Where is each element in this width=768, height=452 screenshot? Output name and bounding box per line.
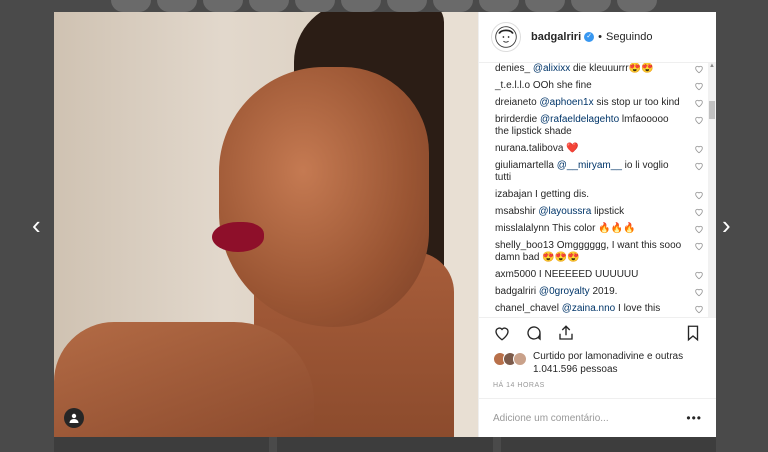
comment-body: ❤️ — [566, 143, 579, 154]
separator-dot: • — [598, 31, 602, 43]
comment-like-icon[interactable] — [694, 207, 704, 217]
post-header: badgalriri ✓ • Seguindo — [479, 12, 716, 63]
comment-text: axm5000 I NEEEEED UUUUUU — [495, 269, 694, 281]
heart-icon[interactable] — [493, 324, 511, 342]
comment-text: nurana.talibova ❤️ — [495, 143, 694, 155]
comment-mention[interactable]: @layoussra — [538, 206, 591, 217]
comment-body: OOh she fine — [532, 80, 592, 91]
comment-text: chanel_chavel @zaina.nno I love this — [495, 303, 694, 315]
comment-mention[interactable]: @alixixx — [533, 63, 570, 74]
comment-mention[interactable]: @rafaeldelagehto — [540, 114, 619, 125]
share-icon[interactable] — [557, 324, 575, 342]
comment-body: I NEEEEED UUUUUU — [538, 269, 639, 280]
comment-text: dreianeto @aphoen1x sis stop ur too kind — [495, 97, 694, 109]
comment-like-icon[interactable] — [694, 81, 704, 91]
comment-username[interactable]: dreianeto — [495, 97, 537, 108]
comment-item: izabajan I getting dis. — [495, 189, 704, 201]
comment-username[interactable]: misslalalynn — [495, 223, 549, 234]
comment-item: brirderdie @rafaeldelagehto lmfaooooo th… — [495, 114, 704, 138]
comment-username[interactable]: chanel_chavel — [495, 303, 559, 314]
comment-item: axm5000 I NEEEEED UUUUUU — [495, 269, 704, 281]
comment-item: _t.e.l.l.o OOh she fine — [495, 80, 704, 92]
comment-item: chanel_chavel @zaina.nno I love this — [495, 303, 704, 315]
comment-username[interactable]: shelly_boo13 — [495, 240, 554, 251]
post-timestamp: HÁ 14 HORAS — [493, 382, 545, 389]
comment-mention[interactable]: @0groyalty — [539, 286, 590, 297]
more-options-button[interactable]: ••• — [686, 411, 702, 425]
comments-list[interactable]: denies_ @alixixx die kleuuurrr😍😍 _t.e.l.l… — [479, 63, 716, 317]
comment-like-icon[interactable] — [694, 304, 704, 314]
comment-text: giuliamartella @__miryam__ io li voglio … — [495, 160, 694, 184]
comment-text: msabshir @layoussra lipstick — [495, 206, 694, 218]
comment-item: shelly_boo13 Omgggggg, I want this sooo … — [495, 240, 704, 264]
comment-item: misslalalynn This color 🔥🔥🔥 — [495, 223, 704, 235]
comment-icon[interactable] — [525, 324, 543, 342]
comment-text: brirderdie @rafaeldelagehto lmfaooooo th… — [495, 114, 694, 138]
likes-text: Curtido por lamonadivine e outras 1.041.… — [533, 351, 684, 375]
avatar[interactable] — [491, 22, 521, 52]
comment-like-icon[interactable] — [694, 287, 704, 297]
comment-username[interactable]: brirderdie — [495, 114, 537, 125]
add-comment-input[interactable]: Adicione um comentário... — [493, 413, 686, 424]
user-tag-icon[interactable] — [64, 408, 84, 428]
comment-body: sis stop ur too kind — [596, 97, 680, 108]
comment-username[interactable]: badgalriri — [495, 286, 536, 297]
comment-username[interactable]: denies_ — [495, 63, 530, 74]
comment-text: denies_ @alixixx die kleuuurrr😍😍 — [495, 63, 694, 75]
comment-text: misslalalynn This color 🔥🔥🔥 — [495, 223, 694, 235]
comment-like-icon[interactable] — [694, 224, 704, 234]
comment-mention[interactable]: @zaina.nno — [562, 303, 616, 314]
comment-body: This color 🔥🔥🔥 — [552, 223, 636, 234]
previous-post-button[interactable]: ‹ — [32, 212, 41, 238]
action-bar — [479, 317, 716, 348]
post-username[interactable]: badgalriri — [531, 31, 581, 43]
comment-username[interactable]: _t.e.l.l.o — [495, 80, 530, 91]
comment-like-icon[interactable] — [694, 144, 704, 154]
comment-like-icon[interactable] — [694, 270, 704, 280]
add-comment-bar: Adicione um comentário... ••• — [479, 398, 716, 437]
comment-body: I getting dis. — [535, 189, 589, 200]
comment-text: shelly_boo13 Omgggggg, I want this sooo … — [495, 240, 694, 264]
comment-body: 2019. — [592, 286, 618, 297]
post-sidebar: badgalriri ✓ • Seguindo denies_ @alixixx… — [478, 12, 716, 437]
background-thumbnails-bottom — [54, 437, 716, 452]
comment-item: nurana.talibova ❤️ — [495, 143, 704, 155]
comment-item: dreianeto @aphoen1x sis stop ur too kind — [495, 97, 704, 109]
comment-username[interactable]: axm5000 — [495, 269, 536, 280]
bookmark-icon[interactable] — [684, 324, 702, 342]
comment-body: die kleuuurrr😍😍 — [572, 63, 654, 74]
comments-scrollbar[interactable]: ▲▼ — [708, 63, 716, 317]
comment-text: izabajan I getting dis. — [495, 189, 694, 201]
comment-item: denies_ @alixixx die kleuuurrr😍😍 — [495, 63, 704, 75]
comment-username[interactable]: izabajan — [495, 189, 532, 200]
post-photo[interactable] — [54, 12, 478, 437]
next-post-button[interactable]: › — [722, 212, 731, 238]
comment-like-icon[interactable] — [694, 98, 704, 108]
comment-item: msabshir @layoussra lipstick — [495, 206, 704, 218]
likes-summary[interactable]: Curtido por lamonadivine e outras 1.041.… — [479, 348, 716, 376]
background-thumbnails-top — [0, 0, 768, 12]
comment-text: _t.e.l.l.o OOh she fine — [495, 80, 694, 92]
comment-like-icon[interactable] — [694, 241, 704, 251]
comment-like-icon[interactable] — [694, 161, 704, 171]
comment-mention[interactable]: @aphoen1x — [539, 97, 593, 108]
comment-like-icon[interactable] — [694, 115, 704, 125]
comment-like-icon[interactable] — [694, 190, 704, 200]
comment-body: I love this — [618, 303, 661, 314]
comment-body: lipstick — [594, 206, 625, 217]
verified-icon: ✓ — [584, 32, 595, 42]
post-modal: badgalriri ✓ • Seguindo denies_ @alixixx… — [54, 12, 716, 437]
comment-item: giuliamartella @__miryam__ io li voglio … — [495, 160, 704, 184]
comment-text: badgalriri @0groyalty 2019. — [495, 286, 694, 298]
comment-username[interactable]: nurana.talibova — [495, 143, 563, 154]
following-button[interactable]: Seguindo — [606, 31, 653, 43]
comment-like-icon[interactable] — [694, 64, 704, 74]
comment-username[interactable]: msabshir — [495, 206, 536, 217]
comment-item: badgalriri @0groyalty 2019. — [495, 286, 704, 298]
comment-mention[interactable]: @__miryam__ — [557, 160, 622, 171]
comment-username[interactable]: giuliamartella — [495, 160, 554, 171]
liker-avatars — [493, 352, 527, 366]
